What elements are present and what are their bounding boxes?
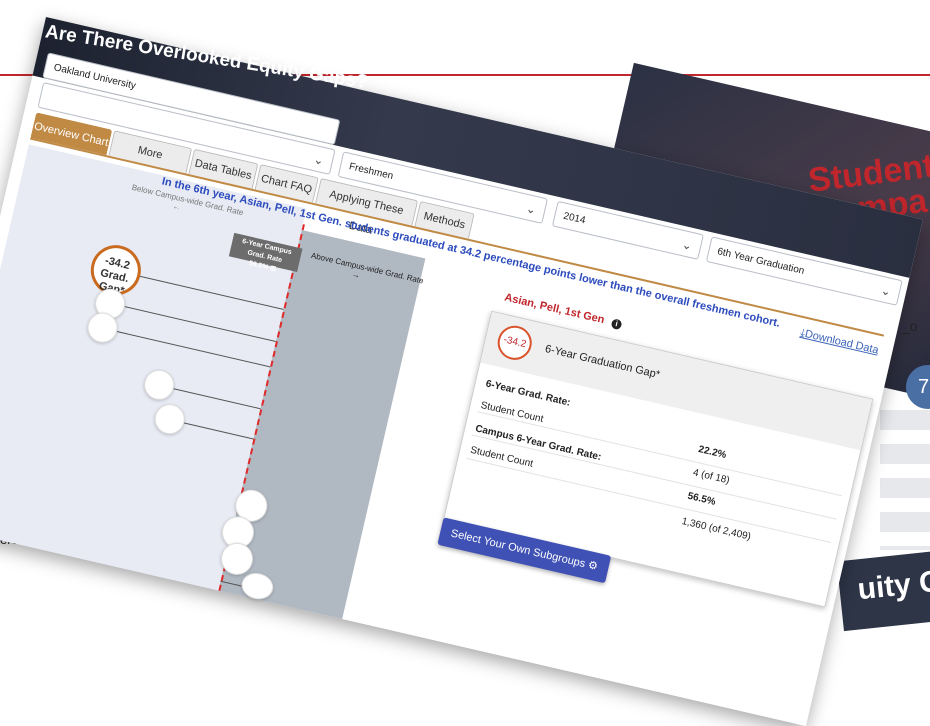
row-divider [471, 434, 837, 520]
background-side-label: _o [902, 318, 918, 334]
grad-rate-value: 22.2% [697, 443, 728, 462]
tab-bar: Overview Chart More Subgroups Data Table… [30, 112, 475, 239]
gear-icon: ⚙ [586, 559, 599, 574]
gap-title: 6-Year Graduation Gap* [543, 342, 662, 382]
row-divider [466, 457, 832, 544]
chevron-down-icon: ⌄ [312, 152, 326, 168]
background-bars [880, 410, 930, 550]
gap-value-badge: -34.2 [494, 322, 536, 364]
chevron-down-icon: ⌄ [879, 282, 893, 299]
cohort-select-value: Freshmen [347, 161, 395, 183]
student-count-label: Student Count [479, 399, 545, 426]
gap-detail-card: -34.2 6-Year Graduation Gap* 6-Year Grad… [443, 310, 874, 608]
chevron-down-icon: ⌄ [524, 201, 538, 218]
student-count-value: 4 (of 18) [691, 467, 731, 487]
year-select-value: 2014 [562, 210, 587, 227]
campus-grad-rate-value: 56.5% [686, 490, 717, 508]
info-icon[interactable]: i [610, 318, 623, 331]
campus-student-count-value: 1,360 (of 2,409) [680, 516, 752, 543]
background-banner: uity G [836, 548, 930, 632]
chevron-down-icon: ⌄ [680, 237, 694, 254]
